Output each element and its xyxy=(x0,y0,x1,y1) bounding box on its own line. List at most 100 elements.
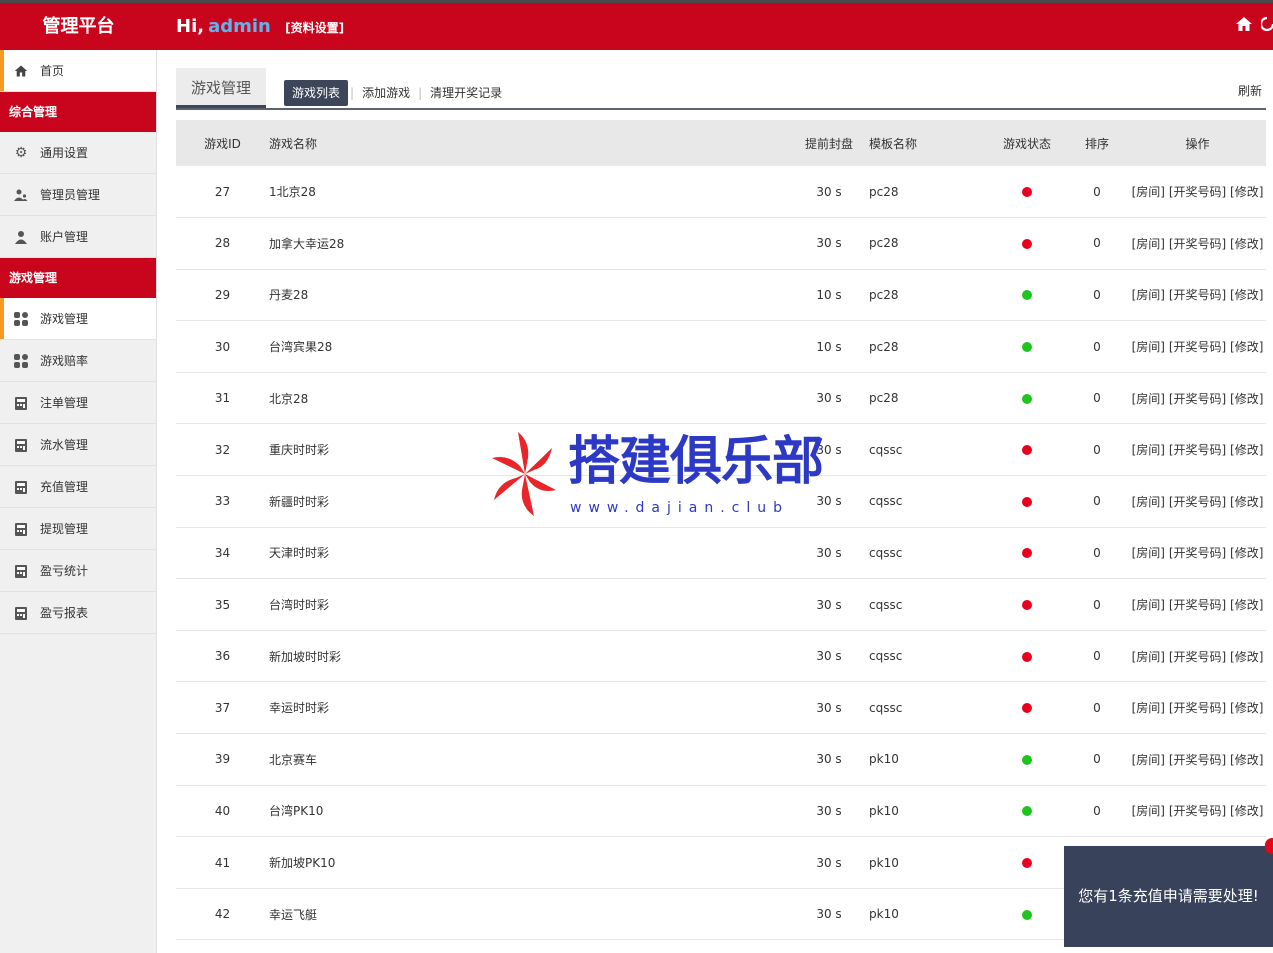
cell-game-id: 41 xyxy=(176,836,269,889)
header-advance-close: 提前封盘 xyxy=(789,120,869,166)
sidebar: 首页 综合管理 ⚙ 通用设置 管理员管理 账户管理 游戏管理 游戏管理 游戏赔率… xyxy=(0,50,157,953)
sidebar-item-withdraw[interactable]: 提现管理 xyxy=(0,508,156,550)
room-link[interactable]: [房间] xyxy=(1132,495,1165,509)
edit-link[interactable]: [修改] xyxy=(1230,288,1263,302)
room-link[interactable]: [房间] xyxy=(1132,392,1165,406)
profile-settings-link[interactable]: [资料设置] xyxy=(285,21,344,35)
sidebar-item-game-odds[interactable]: 游戏赔率 xyxy=(0,340,156,382)
table-row: 40 台湾PK10 30 s pk10 0 [房间] [开奖号码] [修改] xyxy=(176,785,1266,838)
cell-actions: [房间] [开奖号码] [修改] xyxy=(1129,269,1266,322)
tab-add-game[interactable]: 添加游戏 xyxy=(356,80,416,106)
tab-clear-records[interactable]: 清理开奖记录 xyxy=(424,80,508,106)
room-link[interactable]: [房间] xyxy=(1132,340,1165,354)
cell-game-name: 台湾PK10 xyxy=(269,785,789,838)
room-link[interactable]: [房间] xyxy=(1132,546,1165,560)
calculator-icon xyxy=(12,466,30,508)
draw-numbers-link[interactable]: [开奖号码] xyxy=(1169,546,1226,560)
cell-status xyxy=(989,423,1065,477)
edit-link[interactable]: [修改] xyxy=(1230,392,1263,406)
edit-link[interactable]: [修改] xyxy=(1230,598,1263,612)
status-dot xyxy=(1022,393,1032,404)
cell-status xyxy=(989,578,1065,631)
table-row: 30 台湾宾果28 10 s pc28 0 [房间] [开奖号码] [修改] xyxy=(176,320,1266,373)
edit-link[interactable]: [修改] xyxy=(1230,650,1263,664)
sidebar-item-general-settings[interactable]: ⚙ 通用设置 xyxy=(0,132,156,174)
edit-link[interactable]: [修改] xyxy=(1230,804,1263,818)
draw-numbers-link[interactable]: [开奖号码] xyxy=(1169,650,1226,664)
cell-advance-close: 30 s xyxy=(789,527,869,580)
table-row: 35 台湾时时彩 30 s cqssc 0 [房间] [开奖号码] [修改] xyxy=(176,578,1266,631)
refresh-button[interactable]: 刷新 xyxy=(1238,82,1262,99)
room-link[interactable]: [房间] xyxy=(1132,288,1165,302)
draw-numbers-link[interactable]: [开奖号码] xyxy=(1169,237,1226,251)
room-link[interactable]: [房间] xyxy=(1132,237,1165,251)
cell-advance-close: 30 s xyxy=(789,423,869,477)
sidebar-item-recharge[interactable]: 充值管理 xyxy=(0,466,156,508)
sidebar-item-accounts[interactable]: 账户管理 xyxy=(0,216,156,258)
sidebar-item-profit-stats[interactable]: 盈亏统计 xyxy=(0,550,156,592)
cell-advance-close: 30 s xyxy=(789,372,869,425)
edit-link[interactable]: [修改] xyxy=(1230,185,1263,199)
main-content: 游戏管理 游戏列表 | 添加游戏 | 清理开奖记录 刷新 游戏ID 游戏名称 提… xyxy=(176,50,1266,941)
edit-link[interactable]: [修改] xyxy=(1230,237,1263,251)
edit-link[interactable]: [修改] xyxy=(1230,340,1263,354)
gear-icon: ⚙ xyxy=(14,145,28,161)
greeting: Hi, admin [资料设置] xyxy=(176,3,344,50)
room-link[interactable]: [房间] xyxy=(1132,804,1165,818)
draw-numbers-link[interactable]: [开奖号码] xyxy=(1169,804,1226,818)
draw-numbers-link[interactable]: [开奖号码] xyxy=(1169,701,1226,715)
cell-game-name: 加拿大幸运28 xyxy=(269,217,789,270)
sidebar-item-bets[interactable]: 注单管理 xyxy=(0,382,156,424)
cell-sort: 0 xyxy=(1065,320,1129,373)
sidebar-item-game-management[interactable]: 游戏管理 xyxy=(0,298,156,340)
edit-link[interactable]: [修改] xyxy=(1230,701,1263,715)
cell-game-name: 幸运时时彩 xyxy=(269,681,789,735)
home-icon[interactable] xyxy=(1235,15,1253,39)
draw-numbers-link[interactable]: [开奖号码] xyxy=(1169,598,1226,612)
edit-link[interactable]: [修改] xyxy=(1230,495,1263,509)
cell-game-id: 36 xyxy=(176,630,269,683)
cell-template: pc28 xyxy=(869,320,989,373)
draw-numbers-link[interactable]: [开奖号码] xyxy=(1169,340,1226,354)
draw-numbers-link[interactable]: [开奖号码] xyxy=(1169,495,1226,509)
sidebar-group-general[interactable]: 综合管理 xyxy=(0,92,156,132)
page-title-tab[interactable]: 游戏管理 xyxy=(176,68,266,108)
room-link[interactable]: [房间] xyxy=(1132,185,1165,199)
draw-numbers-link[interactable]: [开奖号码] xyxy=(1169,185,1226,199)
status-dot xyxy=(1022,909,1032,920)
cell-game-id: 35 xyxy=(176,578,269,631)
sidebar-group-games[interactable]: 游戏管理 xyxy=(0,258,156,298)
status-dot xyxy=(1022,548,1032,559)
calculator-icon xyxy=(12,424,30,466)
room-link[interactable]: [房间] xyxy=(1132,650,1165,664)
edit-link[interactable]: [修改] xyxy=(1230,546,1263,560)
room-link[interactable]: [房间] xyxy=(1132,443,1165,457)
notification-toast[interactable]: 您有1条充值申请需要处理! xyxy=(1064,838,1273,947)
cell-actions: [房间] [开奖号码] [修改] xyxy=(1129,320,1266,373)
cell-game-name: 新加坡时时彩 xyxy=(269,630,789,683)
cell-game-id: 31 xyxy=(176,372,269,425)
grid-icon xyxy=(12,340,30,382)
sidebar-item-flow[interactable]: 流水管理 xyxy=(0,424,156,466)
cell-game-id: 39 xyxy=(176,733,269,786)
sidebar-item-home[interactable]: 首页 xyxy=(0,50,156,92)
room-link[interactable]: [房间] xyxy=(1132,598,1165,612)
draw-numbers-link[interactable]: [开奖号码] xyxy=(1169,443,1226,457)
cell-status xyxy=(989,166,1065,219)
table-row: 33 新疆时时彩 30 s cqssc 0 [房间] [开奖号码] [修改] xyxy=(176,475,1266,528)
tab-game-list[interactable]: 游戏列表 xyxy=(284,80,349,106)
room-link[interactable]: [房间] xyxy=(1132,753,1165,767)
games-table: 游戏ID 游戏名称 提前封盘 模板名称 游戏状态 排序 操作 27 1北京28 30… xyxy=(176,120,1266,941)
draw-numbers-link[interactable]: [开奖号码] xyxy=(1169,753,1226,767)
sidebar-item-profit-report[interactable]: 盈亏报表 xyxy=(0,592,156,634)
draw-numbers-link[interactable]: [开奖号码] xyxy=(1169,392,1226,406)
cell-sort: 0 xyxy=(1065,630,1129,683)
edit-link[interactable]: [修改] xyxy=(1230,443,1263,457)
sidebar-item-label: 通用设置 xyxy=(40,146,89,160)
sidebar-item-admins[interactable]: 管理员管理 xyxy=(0,174,156,216)
room-link[interactable]: [房间] xyxy=(1132,701,1165,715)
edit-link[interactable]: [修改] xyxy=(1230,753,1263,767)
draw-numbers-link[interactable]: [开奖号码] xyxy=(1169,288,1226,302)
power-icon[interactable] xyxy=(1259,15,1273,39)
cell-sort: 0 xyxy=(1065,785,1129,838)
